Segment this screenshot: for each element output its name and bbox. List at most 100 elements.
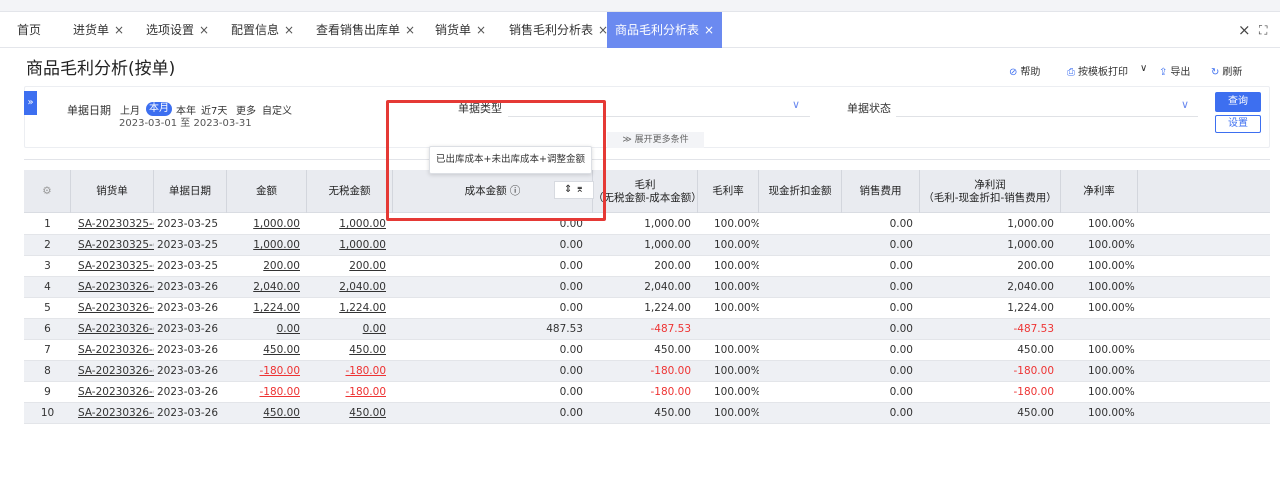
expand-window-icon[interactable]: ⛶ [1259,12,1267,48]
close-icon[interactable]: × [476,23,486,37]
sales-doc-link[interactable]: SA-20230326-( [78,319,154,340]
cash-discount [759,319,835,340]
date-range: 2023-03-01 至 2023-03-31 [119,118,252,129]
net-profit: 450.00 [1017,344,1054,356]
sort-pin-icon[interactable]: ⇕ ⌆ [554,181,594,199]
refresh-icon: ↻ [1211,67,1220,78]
net-amount[interactable]: 1,000.00 [307,214,386,235]
col-cash-discount[interactable]: 现金折扣金额 [759,170,842,213]
table-row[interactable]: 9 SA-20230326-(2023-03-26 -180.00 -180.00 0.… [24,382,1270,403]
help-button[interactable]: ⊘ 帮助 [1009,63,1040,78]
net-amount[interactable]: 450.00 [307,403,386,424]
net-margin: 100.00% [1088,281,1135,293]
chevron-down-icon[interactable]: ∨ [1181,98,1189,111]
net-amount[interactable]: 2,040.00 [307,277,386,298]
table-row[interactable]: 4 SA-20230326-(2023-03-26 2,040.00 2,040.00… [24,277,1270,298]
sales-doc-link[interactable]: SA-20230326-( [78,340,154,361]
net-amount[interactable]: 1,224.00 [307,298,386,319]
col-sales-expense[interactable]: 销售费用 [842,170,920,213]
doc-date: 2023-03-26 [157,386,219,398]
table-row[interactable]: 2 SA-20230325-(2023-03-25 1,000.00 1,000.00… [24,235,1270,256]
tab-sales-outbound[interactable]: 查看销售出库单 × [316,12,415,48]
settings-button[interactable]: 设置 [1215,115,1261,133]
net-amount[interactable]: 450.00 [307,340,386,361]
net-amount[interactable]: -180.00 [307,361,386,382]
close-icon[interactable]: × [114,23,124,37]
tab-config-info[interactable]: 配置信息 × [231,12,294,48]
tab-purchase-order[interactable]: 进货单 × [73,12,124,48]
close-icon[interactable]: × [704,23,714,37]
net-amount[interactable]: 1,000.00 [307,235,386,256]
close-icon[interactable]: × [199,23,209,37]
cash-discount [759,340,835,361]
col-net-amount[interactable]: 无税金额 [307,170,393,213]
doc-date: 2023-03-26 [157,365,219,377]
date-option-custom[interactable]: 自定义 [262,102,292,117]
doc-status-select[interactable] [896,116,1198,117]
net-amount[interactable]: 0.00 [307,319,386,340]
table-row[interactable]: 1 SA-20230325-(2023-03-25 1,000.00 1,000.00… [24,214,1270,235]
query-button[interactable]: 查询 [1215,92,1261,112]
amount[interactable]: 450.00 [227,403,300,424]
col-amount[interactable]: 金额 [227,170,307,213]
col-sales-doc[interactable]: 销货单 [71,170,154,213]
amount[interactable]: 1,000.00 [227,235,300,256]
gear-icon[interactable]: ⚙ [24,170,71,213]
tab-option-settings[interactable]: 选项设置 × [146,12,209,48]
net-profit: 1,224.00 [1007,302,1054,314]
print-template-button[interactable]: ⎙ 按模板打印 [1067,63,1128,78]
gross-margin: 100.00% [714,344,759,356]
table-row[interactable]: 5 SA-20230326-(2023-03-26 1,224.00 1,224.00… [24,298,1270,319]
table-row[interactable]: 3 SA-20230325-(2023-03-25 200.00 200.00 0.00… [24,256,1270,277]
net-amount[interactable]: 200.00 [307,256,386,277]
expand-more-conditions[interactable]: ≫ 展开更多条件 [607,132,704,148]
sales-doc-link[interactable]: SA-20230325-( [78,256,154,277]
chevron-down-icon[interactable]: ∨ [792,98,800,111]
amount[interactable]: 2,040.00 [227,277,300,298]
close-icon[interactable]: × [405,23,415,37]
amount[interactable]: 1,000.00 [227,214,300,235]
sales-doc-link[interactable]: SA-20230326-( [78,403,154,424]
close-icon[interactable]: × [284,23,294,37]
sales-doc-link[interactable]: SA-20230325-( [78,235,154,256]
sales-doc-link[interactable]: SA-20230326-( [78,277,154,298]
col-gross-profit[interactable]: 毛利 （无税金额-成本金额） [593,170,702,213]
tab-sales-margin[interactable]: 销售毛利分析表 × [509,12,608,48]
table-row[interactable]: 8 SA-20230326-(2023-03-26 -180.00 -180.00 0.… [24,361,1270,382]
gross-margin: 100.00% [714,218,759,230]
table-row[interactable]: 7 SA-20230326-(2023-03-26 450.00 450.00 0.00… [24,340,1270,361]
table-row[interactable]: 10 SA-20230326-(2023-03-26 450.00 450.00 0.0… [24,403,1270,424]
col-gross-margin[interactable]: 毛利率 [698,170,759,213]
sales-doc-link[interactable]: SA-20230326-( [78,382,154,403]
amount[interactable]: -180.00 [227,382,300,403]
tab-sales-order[interactable]: 销货单 × [435,12,486,48]
close-window-icon[interactable]: × [1238,12,1251,48]
sales-doc-link[interactable]: SA-20230326-( [78,298,154,319]
col-net-margin[interactable]: 净利率 [1061,170,1138,213]
gross-profit: -487.53 [650,323,691,335]
net-profit: 200.00 [1017,260,1054,272]
sales-expense: 0.00 [889,281,913,293]
net-amount[interactable]: -180.00 [307,382,386,403]
table-row[interactable]: 6 SA-20230326-(2023-03-26 0.00 0.00 487.53 -4… [24,319,1270,340]
amount[interactable]: 1,224.00 [227,298,300,319]
print-dropdown-icon[interactable]: ∨ [1140,63,1147,74]
tab-product-margin[interactable]: 商品毛利分析表 × [607,12,723,48]
amount[interactable]: 450.00 [227,340,300,361]
row-number: 5 [44,302,51,314]
refresh-button[interactable]: ↻ 刷新 [1211,63,1242,78]
amount[interactable]: 200.00 [227,256,300,277]
sales-doc-link[interactable]: SA-20230326-( [78,361,154,382]
tab-home[interactable]: 首页 [17,12,41,48]
expand-sidebar-icon[interactable]: » [24,91,37,115]
row-number: 4 [44,281,51,293]
gross-profit: 1,224.00 [644,302,691,314]
net-margin: 100.00% [1088,218,1135,230]
sales-doc-link[interactable]: SA-20230325-( [78,214,154,235]
net-profit: -180.00 [1013,365,1054,377]
col-net-profit[interactable]: 净利润 （毛利-现金折扣-销售费用） [920,170,1061,213]
col-doc-date[interactable]: 单据日期 [154,170,227,213]
amount[interactable]: 0.00 [227,319,300,340]
export-button[interactable]: ⇪ 导出 [1159,63,1190,78]
amount[interactable]: -180.00 [227,361,300,382]
